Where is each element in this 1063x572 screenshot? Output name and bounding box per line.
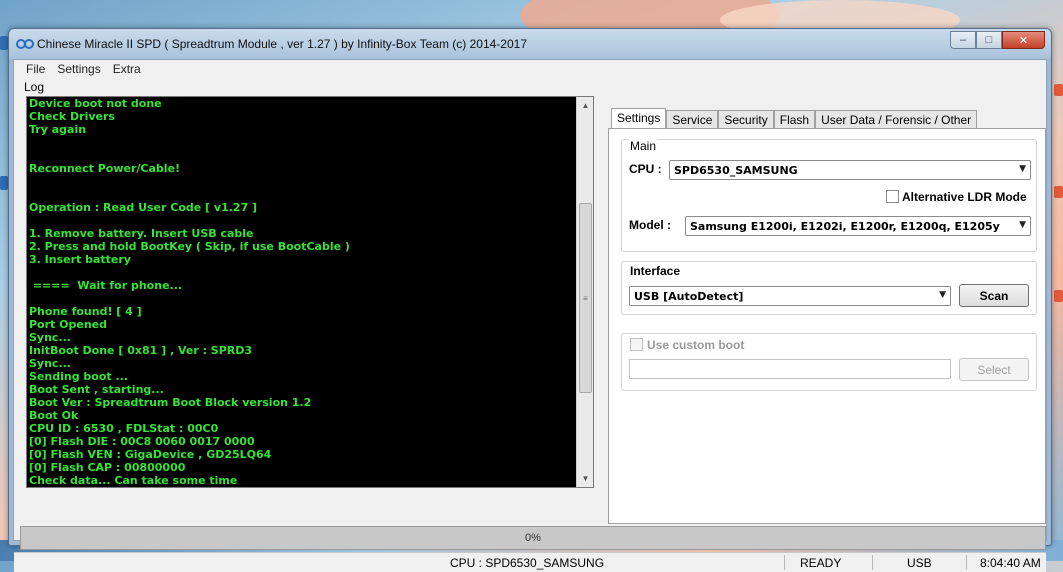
scroll-down-arrow-icon[interactable]: ▼ (577, 470, 593, 487)
tab-service[interactable]: Service (666, 110, 719, 128)
log-line: [0] Flash DIE : 00C8 0060 0017 0000 (29, 435, 255, 448)
log-line: Device boot not done (29, 97, 162, 110)
scan-button[interactable]: Scan (959, 284, 1029, 307)
client-area: File Settings Extra Log Device boot not … (13, 59, 1047, 572)
log-line: Operation : Read User Code [ v1.27 ] (29, 201, 258, 214)
status-cpu: CPU : SPD6530_SAMSUNG (450, 556, 605, 570)
log-line: 1. Remove battery. Insert USB cable (29, 227, 254, 240)
log-line: [0] Flash VEN : GigaDevice , GD25LQ64 (29, 448, 272, 461)
cpu-label: CPU : (629, 162, 662, 176)
alt-ldr-checkbox[interactable] (886, 190, 899, 203)
desktop-icon-edge[interactable] (0, 176, 8, 190)
log-line: Boot Ver : Spreadtrum Boot Block version… (29, 396, 312, 409)
log-line: Check data... Can take some time (29, 474, 238, 487)
menu-bar: File Settings Extra (14, 60, 1046, 78)
close-button[interactable]: ✕ (1002, 31, 1045, 49)
tab-security[interactable]: Security (718, 110, 774, 128)
chevron-down-icon: ▼ (1019, 220, 1026, 230)
custom-boot-checkbox[interactable] (630, 338, 643, 351)
desktop-icon-edge[interactable] (1054, 84, 1063, 96)
status-state: READY (800, 556, 842, 570)
interface-select-value: USB [AutoDetect] (634, 290, 744, 303)
log-line: Boot Sent , starting... (29, 383, 164, 396)
log-label: Log (24, 80, 45, 94)
model-label: Model : (629, 218, 671, 232)
tab-settings[interactable]: Settings (611, 108, 667, 129)
chevron-down-icon: ▼ (939, 290, 946, 300)
main-group-title: Main (629, 139, 658, 153)
desktop-icon-edge[interactable] (1054, 290, 1063, 302)
log-line: Check Drivers (29, 110, 115, 123)
log-scrollbar[interactable]: ▲ ≡ ▼ (576, 97, 593, 487)
main-group: Main CPU : SPD6530_SAMSUNG ▼ Alternative… (621, 139, 1037, 252)
model-select-value: Samsung E1200i, E1202i, E1200r, E1200q, … (690, 220, 1000, 233)
log-line: Boot Ok (29, 409, 79, 422)
interface-select[interactable]: USB [AutoDetect] ▼ (629, 286, 951, 306)
settings-panel: Main CPU : SPD6530_SAMSUNG ▼ Alternative… (608, 128, 1046, 524)
log-line: Sync... (29, 331, 71, 344)
status-port: USB (907, 556, 932, 570)
log-line: 3. Insert battery (29, 253, 131, 266)
custom-boot-path-input[interactable] (629, 359, 951, 379)
log-line: [0] Flash CAP : 00800000 (29, 461, 186, 474)
custom-boot-group: Use custom boot Select (621, 333, 1037, 391)
app-logo-icon (16, 39, 34, 49)
menu-extra[interactable]: Extra (107, 60, 147, 78)
log-line: Phone found! [ 4 ] (29, 305, 142, 318)
status-divider (784, 555, 785, 570)
log-line: Port Opened (29, 318, 107, 331)
log-line: ==== Wait for phone... (29, 279, 183, 292)
scroll-up-arrow-icon[interactable]: ▲ (577, 97, 593, 114)
custom-boot-label: Use custom boot (647, 338, 745, 352)
interface-group-title: Interface (629, 264, 682, 278)
log-line: CPU ID : 6530 , FDLStat : 00C0 (29, 422, 219, 435)
select-button[interactable]: Select (959, 358, 1029, 381)
log-line: Reconnect Power/Cable! (29, 162, 181, 175)
model-select[interactable]: Samsung E1200i, E1202i, E1200r, E1200q, … (685, 216, 1031, 236)
desktop-icon-edge[interactable] (0, 36, 8, 50)
menu-settings[interactable]: Settings (51, 60, 106, 78)
log-lines: Device boot not done Check Drivers Try aga… (29, 97, 574, 487)
progress-text: 0% (525, 532, 541, 544)
status-bar: CPU : SPD6530_SAMSUNG READY USB 8:04:40 … (14, 552, 1046, 572)
scroll-thumb[interactable]: ≡ (579, 203, 592, 393)
tab-flash[interactable]: Flash (773, 110, 816, 128)
desktop-icon-edge[interactable] (1054, 186, 1063, 198)
interface-group: Interface USB [AutoDetect] ▼ Scan (621, 261, 1037, 315)
chevron-down-icon: ▼ (1019, 164, 1026, 174)
status-time: 8:04:40 AM (980, 556, 1041, 570)
app-window: Chinese Miracle II SPD ( Spreadtrum Modu… (8, 28, 1052, 572)
log-line: InitBoot Done [ 0x81 ] , Ver : SPRD3 (29, 344, 253, 357)
tab-strip: Settings Service Security Flash User Dat… (611, 108, 978, 129)
minimize-button[interactable]: – (950, 31, 976, 49)
log-output[interactable]: Device boot not done Check Drivers Try aga… (26, 96, 594, 488)
status-divider (966, 555, 967, 570)
cpu-select-value: SPD6530_SAMSUNG (674, 164, 798, 177)
cpu-select[interactable]: SPD6530_SAMSUNG ▼ (669, 160, 1031, 180)
log-line: Sending boot ... (29, 370, 129, 383)
alt-ldr-label: Alternative LDR Mode (902, 190, 1027, 204)
log-line: Sync... (29, 357, 71, 370)
status-divider (872, 555, 873, 570)
tab-user-data[interactable]: User Data / Forensic / Other (815, 110, 978, 128)
window-title: Chinese Miracle II SPD ( Spreadtrum Modu… (37, 37, 527, 51)
log-line: Try again (29, 123, 87, 136)
title-bar[interactable]: Chinese Miracle II SPD ( Spreadtrum Modu… (9, 29, 1051, 59)
progress-bar: 0% (20, 526, 1046, 550)
log-line: 2. Press and hold BootKey ( Skip, if use… (29, 240, 350, 253)
maximize-button[interactable]: □ (976, 31, 1002, 49)
menu-file[interactable]: File (20, 60, 51, 78)
